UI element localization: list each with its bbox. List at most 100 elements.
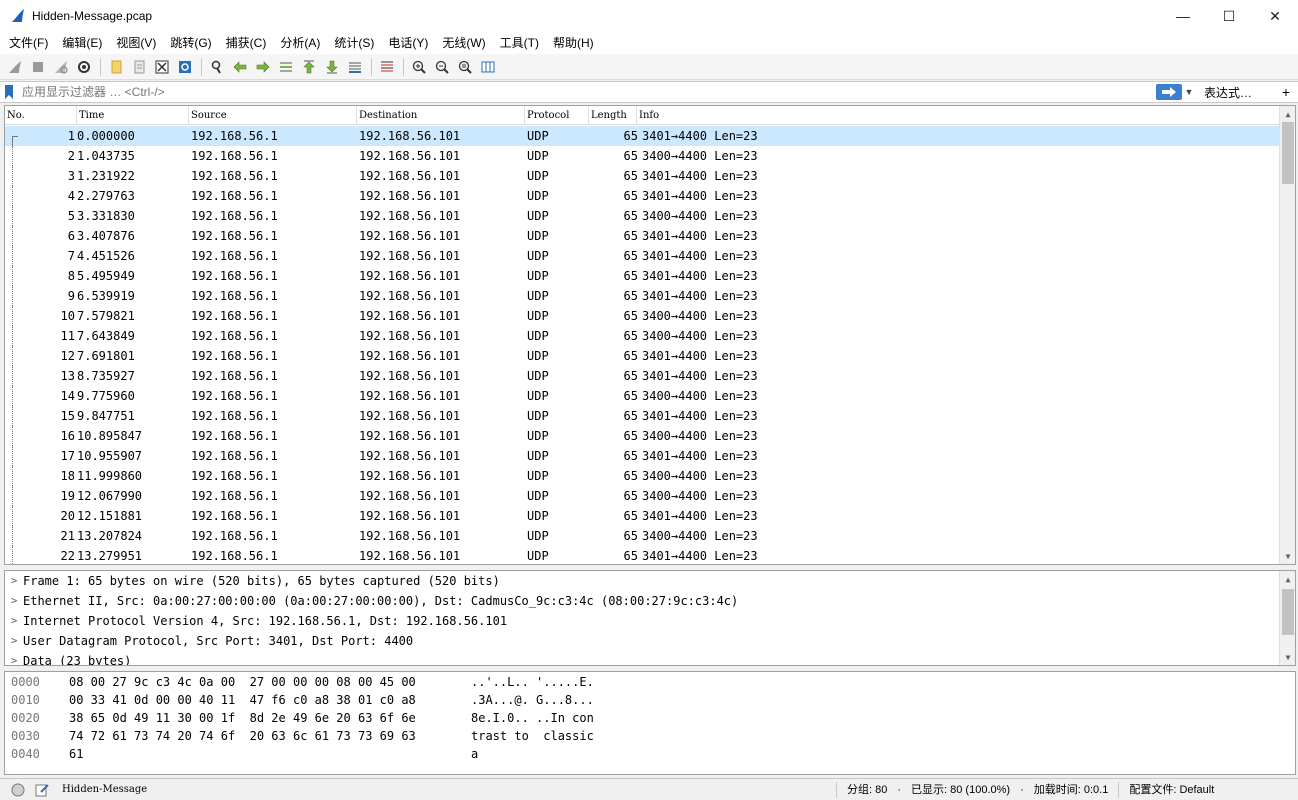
packet-row[interactable]: 15 9.847751 192.168.56.1 192.168.56.101 UDP 6… <box>5 406 1280 426</box>
menu-wireless[interactable]: 无线(W) <box>435 32 492 54</box>
bytes-ascii[interactable]: trast to classic <box>471 727 631 744</box>
column-header-time[interactable]: Time <box>77 106 189 124</box>
packet-row[interactable]: 7 4.451526 192.168.56.1 192.168.56.101 UDP 65… <box>5 246 1280 266</box>
bytes-hex[interactable]: 74 72 61 73 74 20 74 6f 20 63 6c 61 73 7… <box>69 727 471 744</box>
zoom-normal-button[interactable] <box>454 56 476 78</box>
packet-row[interactable]: 19 12.067990 192.168.56.1 192.168.56.101 UDP… <box>5 486 1280 506</box>
zoom-out-button[interactable] <box>431 56 453 78</box>
menu-telephony[interactable]: 电话(Y) <box>381 32 435 54</box>
expression-button[interactable]: 表达式… <box>1204 84 1264 101</box>
go-to-packet-button[interactable] <box>275 56 297 78</box>
go-back-button[interactable] <box>229 56 251 78</box>
find-packet-button[interactable] <box>206 56 228 78</box>
close-button[interactable]: ✕ <box>1252 0 1298 32</box>
scroll-down-arrow[interactable]: ▼ <box>1280 548 1295 564</box>
restart-capture-button[interactable] <box>50 56 72 78</box>
menu-view[interactable]: 视图(V) <box>109 32 163 54</box>
packet-row[interactable]: 12 7.691801 192.168.56.1 192.168.56.101 UDP 6… <box>5 346 1280 366</box>
bytes-row[interactable]: 0040 61 a <box>5 744 1295 762</box>
filter-bookmark-button[interactable] <box>0 82 18 102</box>
save-file-button[interactable] <box>128 56 150 78</box>
add-filter-button[interactable]: + <box>1282 84 1290 100</box>
colorize-button[interactable] <box>376 56 398 78</box>
stop-capture-button[interactable] <box>27 56 49 78</box>
packet-row[interactable]: 3 1.231922 192.168.56.1 192.168.56.101 UDP 65… <box>5 166 1280 186</box>
bytes-row[interactable]: 0010 00 33 41 0d 00 00 40 11 47 f6 c0 a8… <box>5 690 1295 708</box>
bytes-ascii[interactable]: ..'..L.. '.....E. <box>471 673 631 690</box>
packet-row[interactable]: 2 1.043735 192.168.56.1 192.168.56.101 UDP 65… <box>5 146 1280 166</box>
edit-comment-icon[interactable] <box>34 782 50 798</box>
chevron-right-icon[interactable]: > <box>5 651 23 665</box>
scroll-up-arrow[interactable]: ▲ <box>1280 571 1295 587</box>
packet-row[interactable]: 17 10.955907 192.168.56.1 192.168.56.101 UDP… <box>5 446 1280 466</box>
resize-columns-button[interactable] <box>477 56 499 78</box>
packet-row[interactable]: 20 12.151881 192.168.56.1 192.168.56.101 UDP… <box>5 506 1280 526</box>
column-header-source[interactable]: Source <box>189 106 357 124</box>
detail-row-data[interactable]: > Data (23 bytes) <box>5 651 1295 665</box>
packet-row[interactable]: 8 5.495949 192.168.56.1 192.168.56.101 UDP 65… <box>5 266 1280 286</box>
minimize-button[interactable]: — <box>1160 0 1206 32</box>
menu-go[interactable]: 跳转(G) <box>163 32 218 54</box>
packet-row[interactable]: 11 7.643849 192.168.56.1 192.168.56.101 UDP 6… <box>5 326 1280 346</box>
column-header-no[interactable]: No. <box>5 106 77 124</box>
capture-status-icon[interactable] <box>10 782 26 798</box>
auto-scroll-button[interactable] <box>344 56 366 78</box>
chevron-right-icon[interactable]: > <box>5 591 23 611</box>
bytes-hex[interactable]: 61 <box>69 745 471 762</box>
bytes-hex[interactable]: 08 00 27 9c c3 4c 0a 00 27 00 00 00 08 0… <box>69 673 471 690</box>
chevron-right-icon[interactable]: > <box>5 631 23 651</box>
column-header-length[interactable]: Length <box>589 106 637 124</box>
go-last-packet-button[interactable] <box>321 56 343 78</box>
packet-row[interactable]: 22 13.279951 192.168.56.1 192.168.56.101 UDP… <box>5 546 1280 564</box>
scroll-down-arrow[interactable]: ▼ <box>1280 649 1295 665</box>
packet-row[interactable]: 14 9.775960 192.168.56.1 192.168.56.101 UDP 6… <box>5 386 1280 406</box>
packet-list-scrollbar[interactable]: ▲ ▼ <box>1279 106 1295 564</box>
packet-row[interactable]: 18 11.999860 192.168.56.1 192.168.56.101 UDP… <box>5 466 1280 486</box>
scroll-thumb[interactable] <box>1282 589 1294 635</box>
menu-file[interactable]: 文件(F) <box>2 32 55 54</box>
menu-help[interactable]: 帮助(H) <box>546 32 601 54</box>
bytes-row[interactable]: 0020 38 65 0d 49 11 30 00 1f 8d 2e 49 6e… <box>5 708 1295 726</box>
bytes-hex[interactable]: 38 65 0d 49 11 30 00 1f 8d 2e 49 6e 20 6… <box>69 709 471 726</box>
capture-options-button[interactable] <box>73 56 95 78</box>
reload-file-button[interactable] <box>174 56 196 78</box>
packet-row[interactable]: 5 3.331830 192.168.56.1 192.168.56.101 UDP 65… <box>5 206 1280 226</box>
detail-row-udp[interactable]: > User Datagram Protocol, Src Port: 3401… <box>5 631 1295 651</box>
open-file-button[interactable] <box>105 56 127 78</box>
column-header-info[interactable]: Info <box>637 106 1273 124</box>
column-header-destination[interactable]: Destination <box>357 106 525 124</box>
menu-analyze[interactable]: 分析(A) <box>273 32 327 54</box>
chevron-right-icon[interactable]: > <box>5 611 23 631</box>
bytes-row[interactable]: 0000 08 00 27 9c c3 4c 0a 00 27 00 00 00… <box>5 672 1295 690</box>
menu-edit[interactable]: 编辑(E) <box>55 32 109 54</box>
packet-row[interactable]: 16 10.895847 192.168.56.1 192.168.56.101 UDP… <box>5 426 1280 446</box>
bytes-hex[interactable]: 00 33 41 0d 00 00 40 11 47 f6 c0 a8 38 0… <box>69 691 471 708</box>
start-capture-button[interactable] <box>4 56 26 78</box>
chevron-right-icon[interactable]: > <box>5 571 23 591</box>
go-first-packet-button[interactable] <box>298 56 320 78</box>
detail-row-ip[interactable]: > Internet Protocol Version 4, Src: 192.… <box>5 611 1295 631</box>
packet-row[interactable]: 6 3.407876 192.168.56.1 192.168.56.101 UDP 65… <box>5 226 1280 246</box>
details-scrollbar[interactable]: ▲ ▼ <box>1279 571 1295 665</box>
close-file-button[interactable] <box>151 56 173 78</box>
scroll-up-arrow[interactable]: ▲ <box>1280 106 1295 122</box>
column-header-protocol[interactable]: Protocol <box>525 106 589 124</box>
packet-row[interactable]: 4 2.279763 192.168.56.1 192.168.56.101 UDP 65… <box>5 186 1280 206</box>
go-forward-button[interactable] <box>252 56 274 78</box>
bytes-row[interactable]: 0030 74 72 61 73 74 20 74 6f 20 63 6c 61… <box>5 726 1295 744</box>
bytes-ascii[interactable]: 8e.I.0.. ..In con <box>471 709 631 726</box>
packet-row[interactable]: 10 7.579821 192.168.56.1 192.168.56.101 UDP 6… <box>5 306 1280 326</box>
filter-history-dropdown[interactable]: ▼ <box>1182 83 1196 101</box>
apply-filter-button[interactable] <box>1156 84 1182 100</box>
bytes-ascii[interactable]: a <box>471 745 631 762</box>
menu-statistics[interactable]: 统计(S) <box>327 32 381 54</box>
packet-row[interactable]: 1 0.000000 192.168.56.1 192.168.56.101 UDP 65… <box>5 126 1280 146</box>
packet-row[interactable]: 13 8.735927 192.168.56.1 192.168.56.101 UDP 6… <box>5 366 1280 386</box>
menu-tools[interactable]: 工具(T) <box>493 32 546 54</box>
maximize-button[interactable]: ☐ <box>1206 0 1252 32</box>
scroll-thumb[interactable] <box>1282 122 1294 184</box>
packet-row[interactable]: 21 13.207824 192.168.56.1 192.168.56.101 UDP… <box>5 526 1280 546</box>
menu-capture[interactable]: 捕获(C) <box>219 32 274 54</box>
display-filter-input[interactable] <box>18 83 1152 101</box>
zoom-in-button[interactable] <box>408 56 430 78</box>
